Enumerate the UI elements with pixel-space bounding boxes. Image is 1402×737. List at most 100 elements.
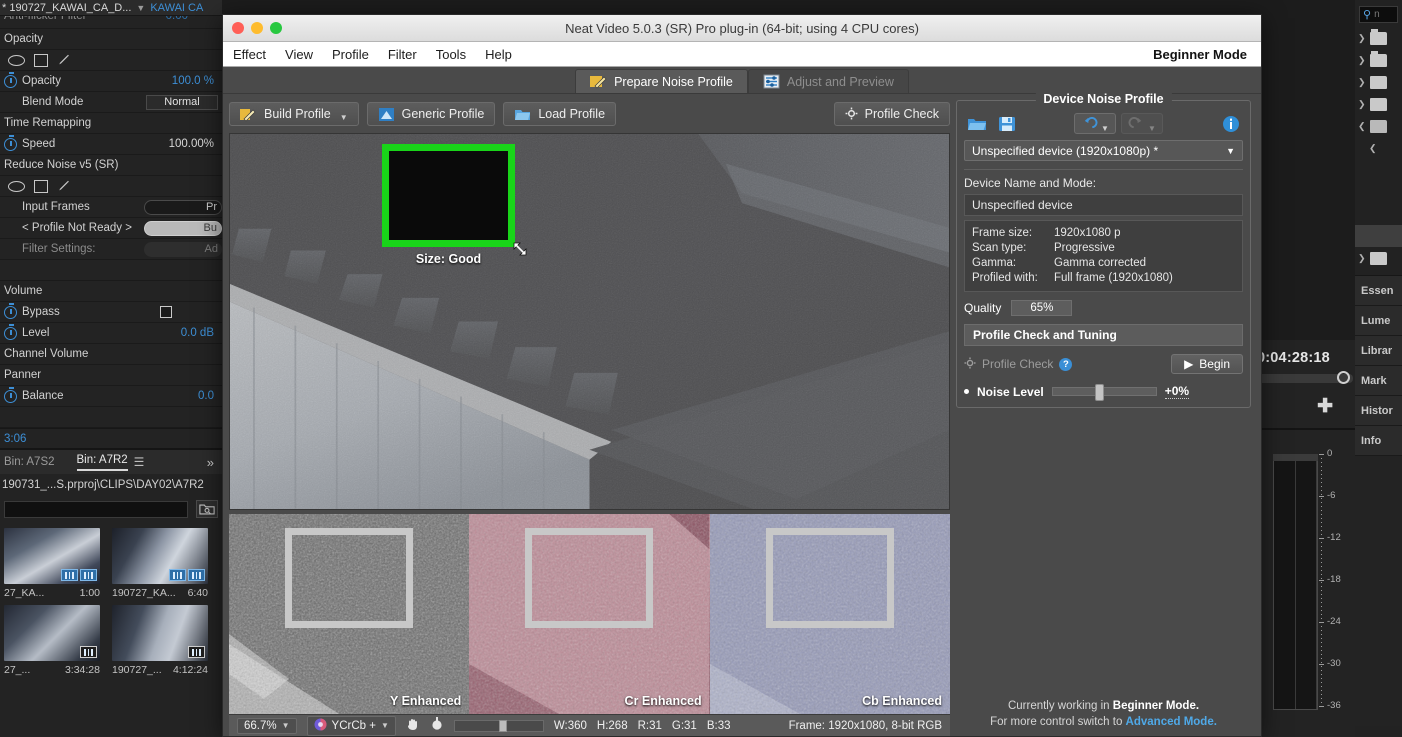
project-search-row[interactable]	[0, 496, 222, 522]
effect-prop-filter-settings[interactable]: Filter Settings: Ad	[0, 239, 222, 260]
build-profile-button[interactable]: Build Profile ▼	[229, 102, 359, 126]
eyedropper-tool-icon[interactable]	[430, 717, 444, 734]
chevron-down-icon[interactable]: ❮	[1369, 143, 1377, 154]
zoom-handle[interactable]	[1337, 371, 1350, 384]
clip-thumbnail[interactable]	[112, 605, 208, 661]
noise-level-value[interactable]: +0%	[1164, 384, 1190, 399]
effect-group-channel-volume[interactable]: Channel Volume	[0, 344, 222, 365]
effect-group-reduce-noise[interactable]: Reduce Noise v5 (SR)	[0, 155, 222, 176]
effect-group-time-remapping[interactable]: Time Remapping	[0, 113, 222, 134]
generic-profile-button[interactable]: Generic Profile	[366, 102, 496, 126]
help-icon[interactable]: ?	[1059, 357, 1073, 371]
chevron-down-icon[interactable]: ▼	[136, 3, 145, 13]
chevron-down-icon[interactable]: ▼	[1101, 124, 1109, 133]
list-item[interactable]: 190727_... 4:12:24	[112, 605, 208, 676]
effect-controls-clip-name[interactable]: * 190727_KAWAI_CA_D...	[2, 2, 131, 14]
noise-sample-selection-box[interactable]	[382, 144, 515, 247]
chevron-right-icon[interactable]: ❯	[1358, 77, 1366, 88]
load-profile-button[interactable]: Load Profile	[503, 102, 617, 126]
ellipse-mask-icon[interactable]	[8, 54, 25, 66]
rectangle-mask-icon[interactable]	[34, 53, 48, 67]
build-profile-button[interactable]: Bu	[144, 220, 222, 236]
clip-thumbnail[interactable]	[112, 528, 208, 584]
mask-tools-row-opacity[interactable]	[0, 50, 222, 71]
tab-libraries[interactable]: Librar	[1355, 336, 1402, 366]
undo-icon[interactable]: ▼	[1074, 113, 1116, 134]
noise-profile-preview[interactable]: Size: Good	[229, 133, 950, 510]
menu-help[interactable]: Help	[485, 47, 512, 62]
tree-item[interactable]: ❯	[1355, 27, 1402, 49]
list-item[interactable]: 27_... 3:34:28	[4, 605, 100, 676]
ellipse-mask-icon[interactable]	[8, 180, 25, 192]
tab-lumetri-color[interactable]: Lume	[1355, 306, 1402, 336]
effect-controls-sequence-name[interactable]: KAWAI CA	[150, 2, 203, 14]
advanced-settings-button[interactable]: Ad	[144, 241, 222, 257]
tree-search-input[interactable]: ⚲ n	[1359, 6, 1398, 23]
effect-prop-value[interactable]: 100.00%	[169, 138, 222, 150]
stopwatch-icon[interactable]	[4, 134, 17, 151]
mask-tools-row-reduce-noise[interactable]	[0, 176, 222, 197]
chevron-right-icon[interactable]: ❯	[1358, 33, 1366, 44]
pen-mask-icon[interactable]	[57, 53, 72, 67]
tab-info[interactable]: Info	[1355, 426, 1402, 456]
chevron-right-icon[interactable]: ❯	[1358, 55, 1366, 66]
tree-item-selected[interactable]	[1355, 225, 1402, 247]
effect-prop-profile-status[interactable]: < Profile Not Ready > Bu	[0, 218, 222, 239]
chevron-down-icon[interactable]: ❮	[1358, 121, 1366, 132]
tab-adjust-and-preview[interactable]: Adjust and Preview	[747, 69, 909, 93]
effect-prop-opacity[interactable]: Opacity 100.0 %	[0, 71, 222, 92]
timeline-zoom-scrollbar[interactable]	[1257, 371, 1353, 384]
effect-prop-value[interactable]: 0.0 dB	[181, 327, 222, 339]
effect-prop-blend-mode[interactable]: Blend Mode Normal	[0, 92, 222, 113]
menu-tools[interactable]: Tools	[436, 47, 466, 62]
tree-item-child[interactable]: ❮	[1355, 137, 1402, 159]
tree-item[interactable]: ❯	[1355, 247, 1402, 269]
stopwatch-icon[interactable]	[4, 323, 17, 340]
menu-view[interactable]: View	[285, 47, 313, 62]
advanced-mode-link[interactable]: Advanced Mode.	[1126, 716, 1217, 728]
channel-cb[interactable]: Cb Enhanced	[709, 514, 950, 714]
clip-thumbnail[interactable]	[4, 528, 100, 584]
hand-tool-icon[interactable]	[406, 717, 420, 734]
effect-prop-level[interactable]: Level 0.0 dB	[0, 323, 222, 344]
bypass-checkbox[interactable]	[160, 306, 172, 318]
channel-y[interactable]: Y Enhanced	[229, 514, 470, 714]
save-profile-icon[interactable]	[994, 113, 1019, 134]
input-frames-button[interactable]: Pr	[144, 199, 222, 215]
tab-markers[interactable]: Mark	[1355, 366, 1402, 396]
effect-controls-timecode[interactable]: 3:06	[0, 428, 222, 448]
effect-prop-value[interactable]: 100.0 %	[172, 75, 222, 87]
effect-prop-balance[interactable]: Balance 0.0	[0, 386, 222, 407]
begin-button[interactable]: ▶ Begin	[1171, 354, 1243, 374]
list-item[interactable]: 190727_KA... 6:40	[112, 528, 208, 599]
device-name-value[interactable]: Unspecified device	[964, 194, 1243, 216]
menu-profile[interactable]: Profile	[332, 47, 369, 62]
chevron-down-icon[interactable]: ▼	[340, 113, 348, 125]
slider-handle[interactable]	[1094, 384, 1104, 401]
rectangle-mask-icon[interactable]	[34, 179, 48, 193]
profile-check-button[interactable]: Profile Check	[833, 102, 950, 126]
tree-item[interactable]: ❯	[1355, 93, 1402, 115]
add-button-icon[interactable]: ✚	[1255, 383, 1355, 418]
stopwatch-icon[interactable]	[4, 386, 17, 403]
effect-group-panner[interactable]: Panner	[0, 365, 222, 386]
stopwatch-icon[interactable]	[4, 302, 17, 319]
tree-item-expanded[interactable]: ❮	[1355, 115, 1402, 137]
blend-mode-select[interactable]: Normal	[146, 94, 218, 110]
zoom-level-select[interactable]: 66.7% ▼	[237, 717, 297, 734]
menu-effect[interactable]: Effect	[233, 47, 266, 62]
chevron-right-icon[interactable]: ❯	[1358, 253, 1366, 264]
menu-filter[interactable]: Filter	[388, 47, 417, 62]
noise-level-slider[interactable]	[1051, 384, 1157, 401]
list-item[interactable]: 27_KA... 1:00	[4, 528, 100, 599]
tab-essential-graphics[interactable]: Essen	[1355, 276, 1402, 306]
effect-group-opacity[interactable]: Opacity	[0, 29, 222, 50]
chevron-down-icon[interactable]: ▼	[1148, 124, 1156, 133]
device-select[interactable]: Unspecified device (1920x1080p) * ▼	[964, 140, 1243, 161]
chevron-down-icon[interactable]: ▼	[282, 721, 290, 730]
tree-item[interactable]: ❯	[1355, 49, 1402, 71]
clip-thumbnail[interactable]	[4, 605, 100, 661]
sequence-timecode[interactable]: 0:04:28:18	[1255, 340, 1355, 366]
tab-bin-a7s2[interactable]: Bin: A7S2	[4, 456, 55, 468]
tab-bin-a7r2[interactable]: Bin: A7R2	[76, 454, 128, 471]
